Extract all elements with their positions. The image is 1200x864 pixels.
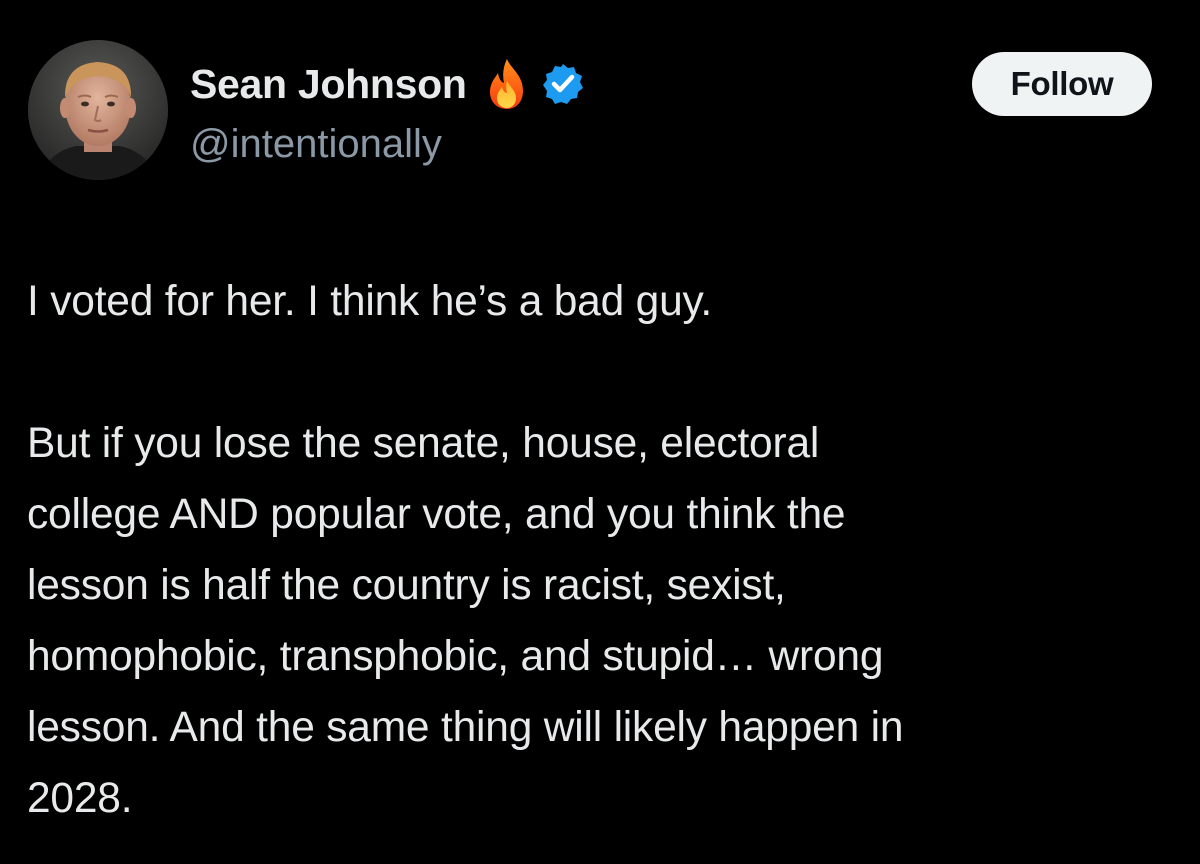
display-name[interactable]: Sean Johnson xyxy=(190,54,467,114)
tweet-card: Sean Johnson @intentionally Follow I vot… xyxy=(0,0,1200,864)
avatar[interactable] xyxy=(28,40,168,180)
name-row: Sean Johnson xyxy=(190,54,585,114)
tweet-paragraph: I voted for her. I think he’s a bad guy. xyxy=(27,266,1177,337)
verified-icon[interactable] xyxy=(541,62,585,106)
author-header: Sean Johnson @intentionally xyxy=(190,54,585,170)
tweet-text: I voted for her. I think he’s a bad guy.… xyxy=(27,266,1177,834)
tweet-line: lesson is half the country is racist, se… xyxy=(27,562,786,609)
tweet-line: homophobic, transphobic, and stupid… wro… xyxy=(27,633,884,680)
follow-button[interactable]: Follow xyxy=(972,52,1152,116)
tweet-line: But if you lose the senate, house, elect… xyxy=(27,420,820,467)
fire-icon xyxy=(485,57,529,111)
tweet-paragraph: But if you lose the senate, house, elect… xyxy=(27,408,1177,834)
tweet-line: I voted for her. I think he’s a bad guy. xyxy=(27,278,713,325)
tweet-line: 2028. xyxy=(27,775,133,822)
avatar-image xyxy=(28,40,168,180)
tweet-line: college AND popular vote, and you think … xyxy=(27,491,846,538)
tweet-line: lesson. And the same thing will likely h… xyxy=(27,704,904,751)
user-handle[interactable]: @intentionally xyxy=(190,118,585,170)
